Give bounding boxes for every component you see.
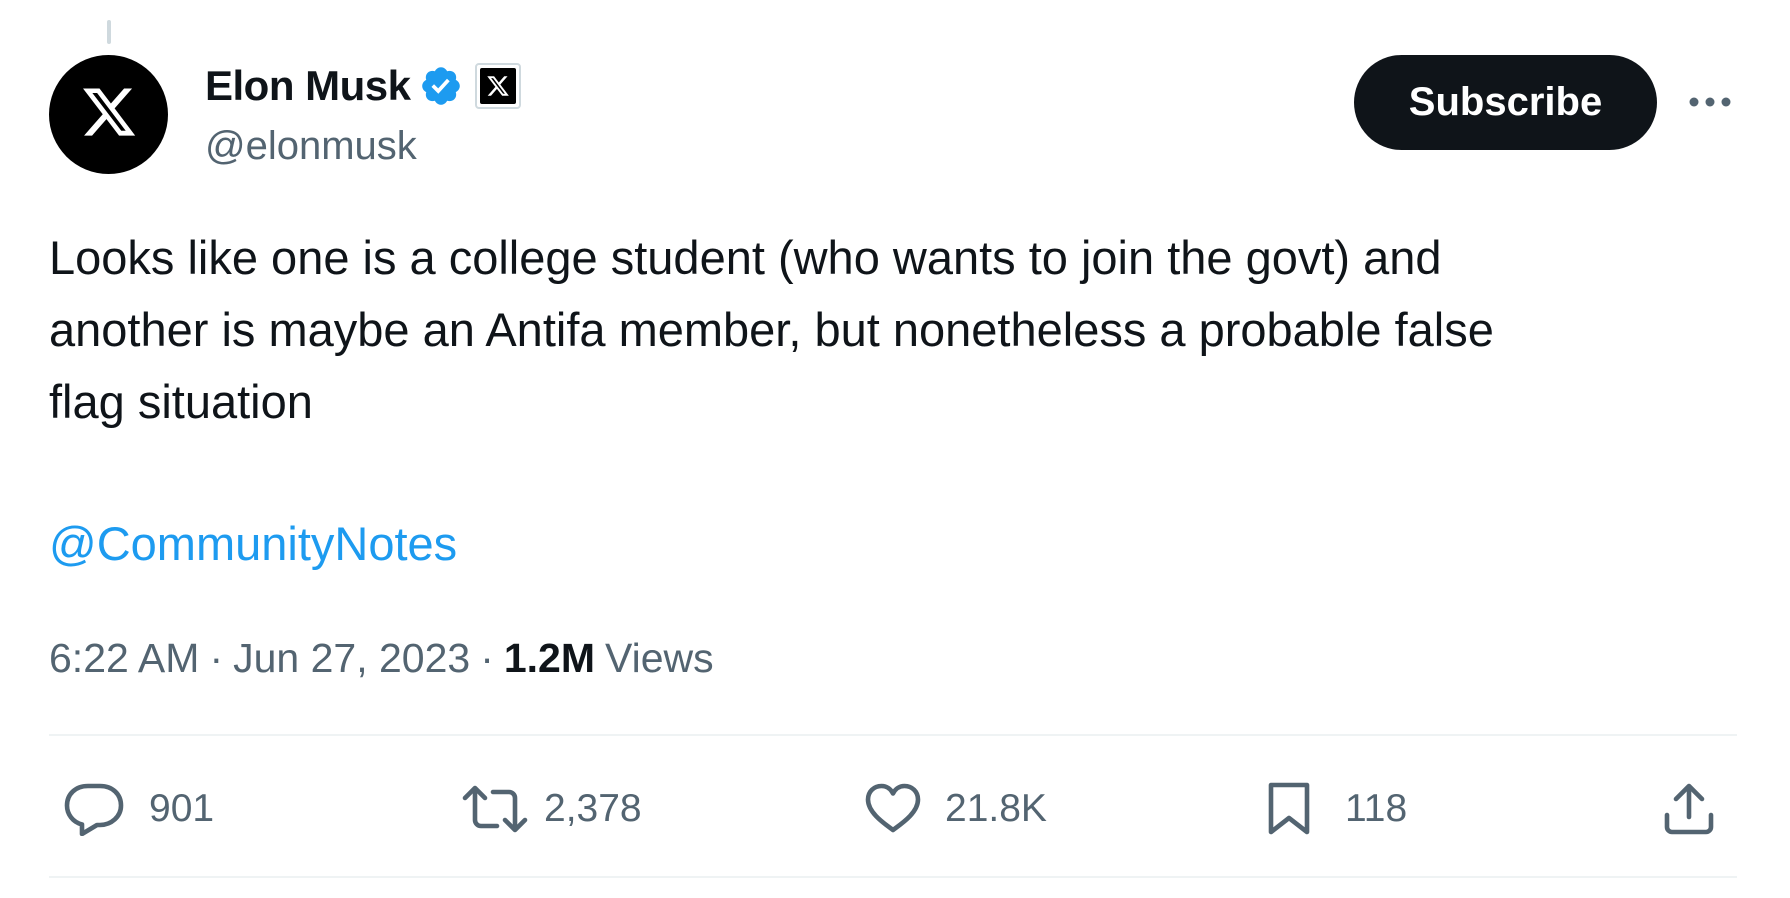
tweet-text-line: another is maybe an Antifa member, but n… <box>49 303 1494 356</box>
x-logo-icon <box>80 83 138 146</box>
repost-icon <box>460 782 530 836</box>
heart-icon <box>863 782 923 836</box>
like-count: 21.8K <box>945 787 1047 830</box>
verified-badge-icon[interactable] <box>419 64 463 108</box>
tweet-text-line: Looks like one is a college student (who… <box>49 231 1442 284</box>
bookmark-count: 118 <box>1345 787 1408 830</box>
bookmark-icon <box>1265 781 1313 837</box>
divider-bottom <box>49 876 1737 878</box>
thread-connector-line <box>107 20 111 44</box>
meta-separator: · <box>209 635 224 681</box>
like-button[interactable]: 21.8K <box>863 774 1047 844</box>
tweet-text-line: flag situation <box>49 375 313 428</box>
more-options-icon[interactable] <box>1684 80 1736 124</box>
bookmark-button[interactable]: 118 <box>1265 774 1407 844</box>
divider-top <box>49 734 1737 736</box>
author-display-name[interactable]: Elon Musk <box>205 65 411 107</box>
reply-button[interactable]: 901 <box>63 774 214 844</box>
author-name-row: Elon Musk <box>205 58 521 114</box>
x-affiliation-badge-icon[interactable] <box>474 63 521 109</box>
views-count: 1.2M <box>503 635 595 681</box>
subscribe-button[interactable]: Subscribe <box>1354 55 1657 150</box>
avatar[interactable] <box>49 55 168 174</box>
share-button[interactable] <box>1661 774 1717 844</box>
reply-icon <box>63 782 125 836</box>
author-handle[interactable]: @elonmusk <box>205 122 417 170</box>
tweet-metadata: 6:22 AM · Jun 27, 2023 · 1.2M Views <box>49 628 714 688</box>
tweet-time[interactable]: 6:22 AM <box>49 628 199 688</box>
tweet-text: Looks like one is a college student (who… <box>49 222 1729 438</box>
x-logo-icon <box>479 68 516 104</box>
reply-count: 901 <box>149 787 215 830</box>
meta-separator: · <box>480 635 494 681</box>
share-icon <box>1661 781 1717 837</box>
views-label: Views <box>605 635 714 681</box>
mention-link-community-notes[interactable]: @CommunityNotes <box>49 508 457 580</box>
tweet-action-bar: 901 2,378 21.8K 118 <box>49 740 1737 880</box>
repost-button[interactable]: 2,378 <box>460 774 642 844</box>
repost-count: 2,378 <box>544 787 642 830</box>
tweet-date[interactable]: Jun 27, 2023 <box>233 628 470 688</box>
